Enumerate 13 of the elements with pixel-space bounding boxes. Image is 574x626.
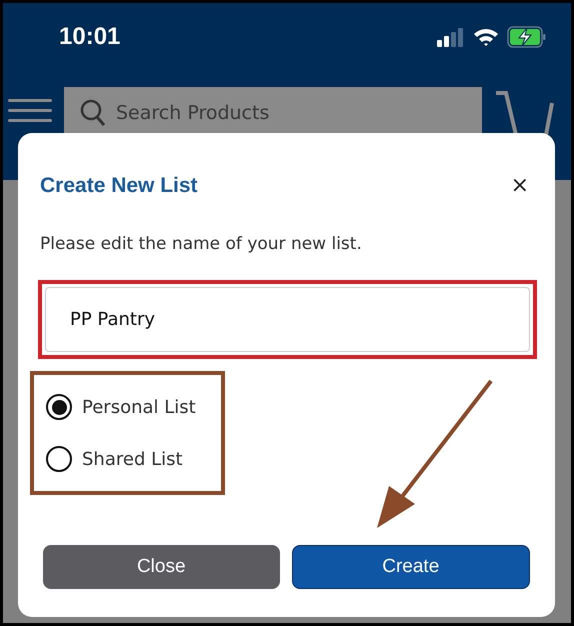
radio-option[interactable]: Personal List bbox=[46, 394, 221, 420]
menu-icon[interactable] bbox=[8, 99, 52, 123]
battery-icon bbox=[507, 26, 547, 48]
list-name-field[interactable]: PP Pantry bbox=[45, 287, 530, 352]
close-button[interactable]: Close bbox=[43, 545, 280, 589]
wifi-icon bbox=[473, 27, 499, 47]
create-button[interactable]: Create bbox=[292, 545, 530, 589]
signal-icon bbox=[437, 27, 465, 47]
status-time: 10:01 bbox=[59, 23, 120, 51]
prompt-text: Please edit the name of your new list. bbox=[40, 234, 363, 254]
search-icon bbox=[80, 99, 106, 127]
dialog-title: Create New List bbox=[40, 174, 198, 198]
radio-option[interactable]: Shared List bbox=[46, 446, 221, 472]
